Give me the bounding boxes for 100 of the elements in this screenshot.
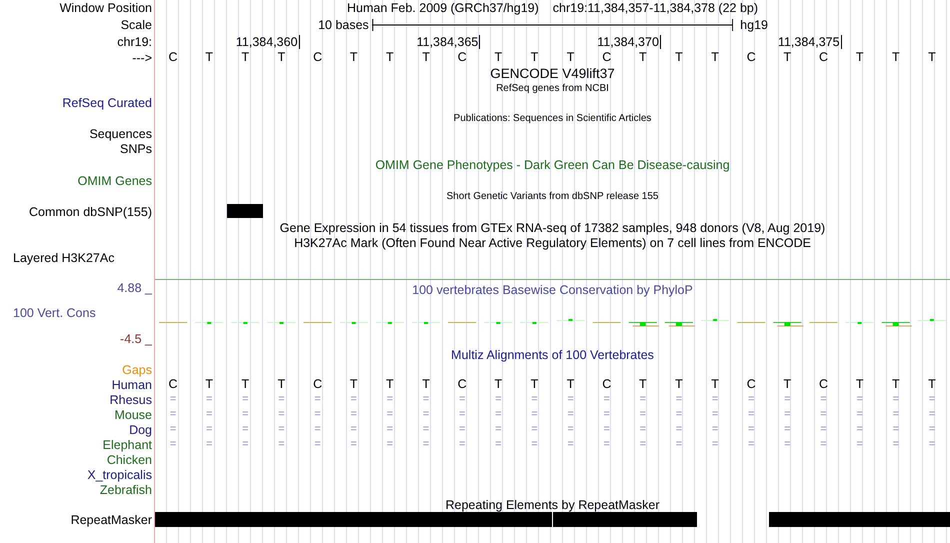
base-letter: C xyxy=(819,50,828,65)
alignment-base: T xyxy=(386,377,394,392)
track-label[interactable]: RefSeq Curated xyxy=(62,96,155,110)
base-letter: T xyxy=(422,50,430,65)
base-letter: C xyxy=(458,50,467,65)
track-label[interactable]: 100 Vert. Cons xyxy=(0,306,99,320)
alignment-base: = xyxy=(386,392,394,407)
alignment-base: = xyxy=(422,392,430,407)
species-label: Chicken xyxy=(106,452,153,466)
alignment-base: = xyxy=(422,422,430,437)
alignment-base: C xyxy=(602,377,612,392)
alignment-base: = xyxy=(242,437,249,452)
alignment-base: = xyxy=(856,437,863,452)
alignment-base: = xyxy=(784,392,791,407)
track-label[interactable]: Layered H3K27Ac xyxy=(0,250,118,264)
alignment-base: C xyxy=(746,377,756,392)
alignment-base: C xyxy=(819,377,828,392)
alignment-base: = xyxy=(856,422,863,437)
alignment-base: = xyxy=(640,392,646,407)
alignment-base: = xyxy=(386,407,394,422)
track-title: RefSeq genes from NCBI xyxy=(496,82,609,94)
base-letter: T xyxy=(856,50,864,65)
snp-feature[interactable] xyxy=(227,204,264,218)
alignment-base: T xyxy=(205,377,214,392)
alignment-base: = xyxy=(640,407,646,422)
base-letter: T xyxy=(205,50,214,65)
assembly-title: Human Feb. 2009 (GRCh37/hg19) xyxy=(346,1,539,15)
alignment-base: = xyxy=(495,407,502,422)
track-label[interactable]: OMIM Genes xyxy=(78,174,155,188)
repeat-segment[interactable] xyxy=(516,512,552,527)
axis-min-label: -4.5 _ xyxy=(120,332,154,346)
alignment-base: = xyxy=(386,422,394,437)
alignment-base: = xyxy=(170,422,176,437)
base-letter: T xyxy=(711,50,719,65)
species-label: Elephant xyxy=(102,438,153,452)
base-letter: T xyxy=(928,50,936,65)
alignment-base: = xyxy=(928,422,936,437)
track-title: GENCODE V49lift37 xyxy=(490,66,615,80)
alignment-base: = xyxy=(531,422,538,437)
alignment-base: = xyxy=(278,422,285,437)
alignment-base: = xyxy=(820,437,827,452)
alignment-base: = xyxy=(928,437,936,452)
alignment-base: = xyxy=(278,392,285,407)
alignment-base: T xyxy=(278,377,286,392)
alignment-base: T xyxy=(711,377,719,392)
alignment-base: = xyxy=(495,422,502,437)
alignment-base: = xyxy=(640,422,646,437)
track-title: Gene Expression in 54 tissues from GTEx RNA-seq of 17382 samples, 948 donors (V8, Aug 2019) xyxy=(280,220,826,234)
track-label[interactable]: SNPs xyxy=(120,142,155,156)
track-label[interactable]: Common dbSNP(155) xyxy=(29,205,155,219)
strand-label: ---> xyxy=(132,50,153,64)
alignment-base: = xyxy=(422,407,430,422)
alignment-base: = xyxy=(856,407,863,422)
base-letter: C xyxy=(746,50,756,65)
alignment-base: = xyxy=(170,437,176,452)
alignment-base: T xyxy=(422,377,430,392)
alignment-base: T xyxy=(892,377,900,392)
alignment-base: T xyxy=(350,377,358,392)
repeat-segment[interactable] xyxy=(155,512,192,527)
alignment-base: = xyxy=(206,437,212,452)
alignment-base: = xyxy=(458,437,466,452)
alignment-base: = xyxy=(712,422,718,437)
alignment-base: = xyxy=(676,392,682,407)
base-letter: C xyxy=(602,50,612,65)
alignment-base: = xyxy=(567,422,574,437)
alignment-base: T xyxy=(566,377,574,392)
alignment-base: = xyxy=(928,407,936,422)
repeat-segment[interactable] xyxy=(552,512,589,527)
scale-text: 10 bases xyxy=(318,18,369,32)
track-label: Window Position xyxy=(60,1,153,15)
track-label[interactable]: Sequences xyxy=(89,127,155,141)
repeat-segment[interactable] xyxy=(769,512,806,527)
alignment-base: = xyxy=(242,407,249,422)
alignment-base: = xyxy=(748,392,754,407)
alignment-base: = xyxy=(422,437,430,452)
coordinate-label: 11,384,365 xyxy=(416,35,478,49)
tick-mark xyxy=(660,35,661,49)
repeat-segment[interactable] xyxy=(660,512,698,527)
track-title: H3K27Ac Mark (Often Found Near Active Regulatory Elements) on 7 cell lines from ENCODE xyxy=(294,236,811,250)
alignment-base: T xyxy=(530,377,538,392)
alignment-base: = xyxy=(314,407,321,422)
alignment-base: = xyxy=(603,407,610,422)
species-label: Zebrafish xyxy=(100,482,153,496)
alignment-base: T xyxy=(856,377,864,392)
alignment-base: T xyxy=(784,377,792,392)
alignment-base: = xyxy=(278,407,285,422)
alignment-base: = xyxy=(242,422,249,437)
species-label: Dog xyxy=(129,422,153,436)
base-letter: T xyxy=(784,50,792,65)
alignment-base: = xyxy=(314,392,321,407)
repeat-segment[interactable] xyxy=(914,512,950,527)
track-label[interactable]: RepeatMasker xyxy=(70,513,155,527)
base-letter: C xyxy=(313,50,322,65)
alignment-base: = xyxy=(170,392,176,407)
alignment-base: = xyxy=(350,407,357,422)
track-label: Scale xyxy=(120,18,153,32)
coordinate-label: 11,384,370 xyxy=(597,35,659,49)
alignment-base: = xyxy=(567,392,574,407)
coordinate-label: 11,384,360 xyxy=(236,35,298,49)
alignment-base: = xyxy=(784,407,791,422)
